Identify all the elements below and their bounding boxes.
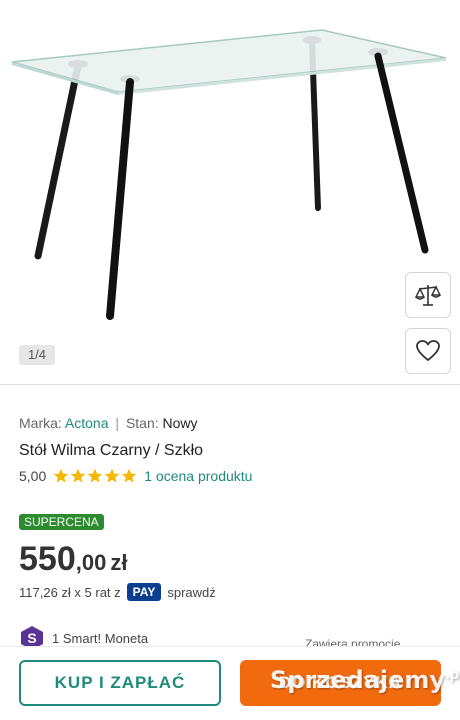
smart-logo-letter: S (27, 630, 36, 646)
star-icon (54, 468, 69, 483)
buy-now-button[interactable]: KUP I ZAPŁAĆ (19, 660, 221, 706)
section-divider (0, 384, 460, 385)
brand-link[interactable]: Actona (65, 415, 109, 431)
star-icon (88, 468, 103, 483)
condition-value: Nowy (162, 415, 198, 431)
installment-check-link[interactable]: sprawdź (167, 585, 215, 600)
product-meta: Marka: Actona | Stan: Nowy (19, 414, 444, 432)
price-decimal: ,00 (75, 550, 107, 575)
image-counter: 1/4 (19, 345, 55, 365)
product-title: Stół Wilma Czarny / Szkło (19, 442, 204, 459)
product-price: 550,00 zł (19, 539, 127, 579)
meta-separator: | (115, 415, 120, 431)
star-icon (122, 468, 137, 483)
price-currency: zł (110, 550, 128, 575)
star-icon (105, 468, 120, 483)
rating-count-link[interactable]: 1 ocena produktu (144, 468, 252, 484)
brand-label: Marka: (19, 415, 62, 431)
watermark: Sprzedajemy.pl (270, 666, 460, 694)
product-gallery[interactable]: 1/4 (0, 0, 460, 384)
price-integer: 550 (19, 540, 76, 578)
favorite-button[interactable] (405, 328, 451, 374)
installment-text: 117,26 zł x 5 rat z (19, 584, 121, 600)
heart-icon (416, 340, 440, 361)
pay-logo: PAY (126, 583, 162, 601)
watermark-text: Sprzedajemy (270, 666, 446, 694)
supercena-badge: SUPERCENA (19, 514, 104, 530)
condition-label: Stan: (125, 415, 159, 431)
watermark-tld: .pl (445, 668, 460, 683)
installments-row: 117,26 zł x 5 rat z PAY sprawdź (19, 582, 216, 602)
product-info: Marka: Actona | Stan: Nowy Stół Wilma Cz… (19, 414, 444, 485)
product-rating: 5,00 1 ocena produktu (19, 467, 444, 485)
rating-score: 5,00 (19, 468, 47, 484)
scales-icon (414, 285, 442, 306)
smart-text: 1 Smart! Moneta (52, 630, 149, 646)
compare-button[interactable] (405, 272, 451, 318)
rating-stars (53, 468, 138, 484)
star-icon (71, 468, 86, 483)
product-image (11, 29, 447, 320)
